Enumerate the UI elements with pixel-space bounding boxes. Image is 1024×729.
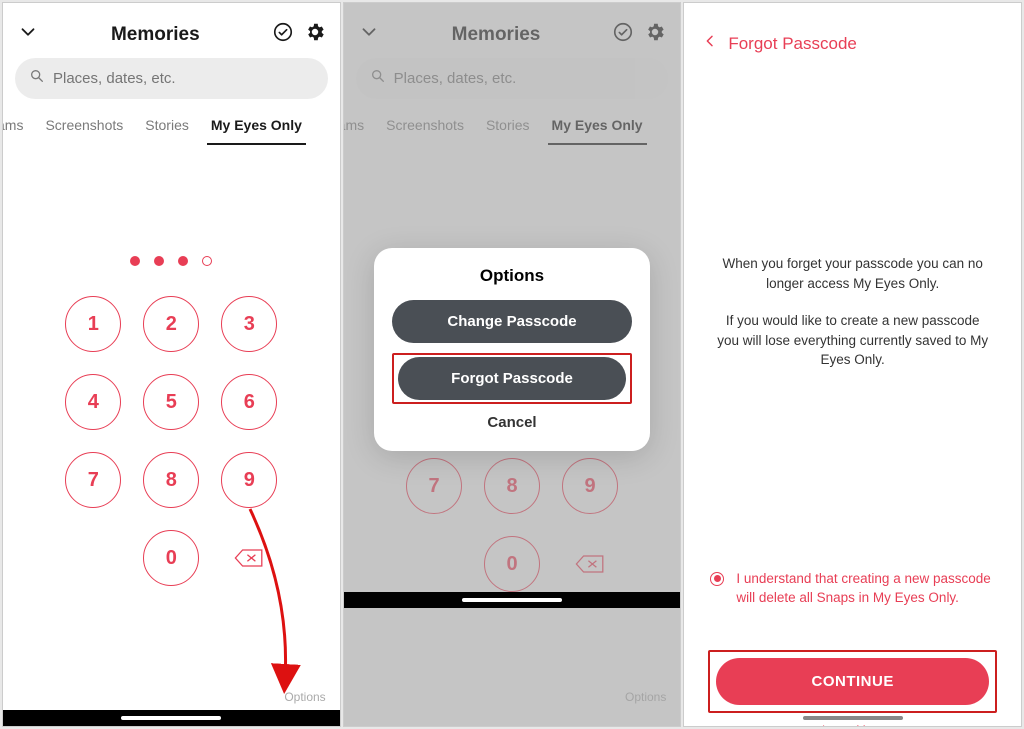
sheet-title: Options <box>392 266 633 286</box>
keypad-2[interactable]: 2 <box>143 296 199 352</box>
home-indicator <box>344 592 681 608</box>
cancel-button[interactable]: Cancel <box>392 408 633 437</box>
consent-row[interactable]: I understand that creating a new passcod… <box>684 570 1021 608</box>
memories-header: Memories <box>3 3 340 58</box>
keypad-9[interactable]: 9 <box>221 452 277 508</box>
home-indicator <box>684 710 1021 726</box>
keypad-0[interactable]: 0 <box>143 530 199 586</box>
passcode-dot <box>178 256 188 266</box>
options-sheet: Options Change Passcode Forgot Passcode … <box>374 248 651 451</box>
keypad-8[interactable]: 8 <box>143 452 199 508</box>
back-icon[interactable] <box>702 33 718 54</box>
consent-text: I understand that creating a new passcod… <box>736 570 995 608</box>
keypad-7[interactable]: 7 <box>65 452 121 508</box>
change-passcode-button[interactable]: Change Passcode <box>392 300 633 343</box>
passcode-indicator <box>3 256 340 266</box>
passcode-dot <box>154 256 164 266</box>
page-title: Memories <box>111 24 200 46</box>
keypad-3[interactable]: 3 <box>221 296 277 352</box>
options-link[interactable]: Options <box>284 690 325 704</box>
search-icon <box>29 68 53 89</box>
warning-paragraph-2: If you would like to create a new passco… <box>684 311 1021 370</box>
keypad-6[interactable]: 6 <box>221 374 277 430</box>
search-field[interactable] <box>15 58 328 99</box>
tab-stories[interactable]: Stories <box>141 109 193 145</box>
keypad-1[interactable]: 1 <box>65 296 121 352</box>
forgot-passcode-button[interactable]: Forgot Passcode <box>398 357 627 400</box>
chevron-down-icon[interactable] <box>17 21 39 48</box>
forgot-passcode-header: Forgot Passcode <box>684 3 1021 64</box>
tab-snaps-partial[interactable]: ams <box>2 109 27 145</box>
select-icon[interactable] <box>272 21 294 48</box>
warning-paragraph-1: When you forget your passcode you can no… <box>684 254 1021 293</box>
gear-icon[interactable] <box>304 21 326 48</box>
annotation-highlight: CONTINUE <box>708 650 997 713</box>
tab-screenshots[interactable]: Screenshots <box>41 109 127 145</box>
keypad-5[interactable]: 5 <box>143 374 199 430</box>
keypad-backspace[interactable] <box>221 530 277 586</box>
home-indicator <box>3 710 340 726</box>
keypad-4[interactable]: 4 <box>65 374 121 430</box>
passcode-dot <box>202 256 212 266</box>
search-input[interactable] <box>53 70 314 87</box>
continue-button[interactable]: CONTINUE <box>716 658 989 705</box>
memories-tabs: ams Screenshots Stories My Eyes Only <box>3 109 340 146</box>
passcode-keypad: 1 2 3 4 5 6 7 8 9 0 <box>3 296 340 586</box>
keypad-spacer <box>65 530 121 586</box>
annotation-highlight: Forgot Passcode <box>392 353 633 404</box>
tab-my-eyes-only[interactable]: My Eyes Only <box>207 109 306 145</box>
radio-checked-icon[interactable] <box>710 572 724 586</box>
passcode-dot <box>130 256 140 266</box>
page-title: Forgot Passcode <box>728 34 857 54</box>
